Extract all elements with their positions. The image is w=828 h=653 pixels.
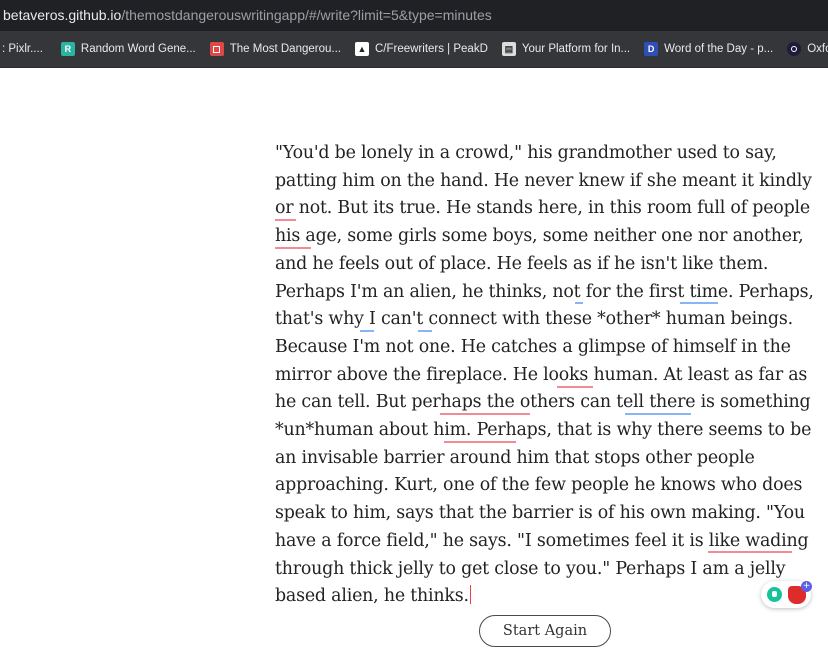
spellcheck-underline	[557, 386, 593, 388]
bookmark-label: Random Word Gene...	[80, 43, 196, 55]
writing-text: "You'd be lonely in a crowd," his grandm…	[275, 140, 820, 611]
text-caret	[469, 585, 471, 605]
spellcheck-underline	[275, 247, 311, 249]
url-host: betaveros.github.io	[3, 7, 122, 23]
grammar-checker-widget[interactable]: +	[761, 581, 813, 608]
writing-area[interactable]: "You'd be lonely in a crowd," his grandm…	[275, 140, 820, 611]
bookmark-dangerous-app[interactable]: The Most Dangerou...	[209, 42, 341, 56]
bookmark-label: Your Platform for In...	[521, 43, 631, 55]
bookmark-oxford[interactable]: Oxford Engl	[787, 42, 828, 56]
platform-icon: ▤	[501, 42, 516, 56]
bookmark-random-word[interactable]: R Random Word Gene...	[60, 42, 196, 56]
bookmark-platform[interactable]: ▤ Your Platform for In...	[501, 42, 631, 56]
peakd-icon: ▲	[354, 42, 369, 56]
bookmark-pixlr[interactable]: : Pixlr....	[2, 43, 43, 55]
url-path: /themostdangerouswritingapp/#/write?limi…	[121, 7, 492, 23]
bookmark-label: Word of the Day - p...	[664, 43, 774, 55]
spellcheck-underline	[275, 219, 296, 221]
dictionary-icon: D	[644, 42, 659, 56]
dangerous-app-icon	[209, 42, 224, 56]
grammar-underline	[418, 330, 432, 332]
grammar-underline	[680, 302, 718, 304]
random-word-icon: R	[60, 42, 75, 56]
oxford-icon	[787, 42, 802, 56]
grammar-bulb-icon[interactable]	[767, 587, 782, 602]
bookmarks-bar: : Pixlr.... R Random Word Gene... The Mo…	[0, 31, 828, 68]
spellcheck-underline	[444, 441, 516, 443]
bookmark-peakd[interactable]: ▲ C/Freewriters | PeakD	[354, 42, 488, 56]
bookmark-label: The Most Dangerou...	[229, 43, 341, 55]
address-bar[interactable]: betaveros.github.io/themostdangerouswrit…	[0, 0, 828, 31]
grammar-underline	[625, 413, 691, 415]
writing-body: "You'd be lonely in a crowd," his grandm…	[275, 143, 814, 607]
spellcheck-underline	[708, 551, 792, 553]
bookmark-label: C/Freewriters | PeakD	[374, 43, 488, 55]
bookmark-label: : Pixlr....	[2, 43, 43, 55]
plus-icon[interactable]: +	[801, 581, 812, 592]
grammar-underline	[575, 302, 583, 304]
bookmark-label: Oxford Engl	[807, 43, 828, 55]
spellcheck-underline	[440, 413, 530, 415]
grammar-underline	[360, 330, 374, 332]
start-again-button[interactable]: Start Again	[479, 615, 611, 647]
bookmark-word-of-day[interactable]: D Word of the Day - p...	[644, 42, 773, 56]
